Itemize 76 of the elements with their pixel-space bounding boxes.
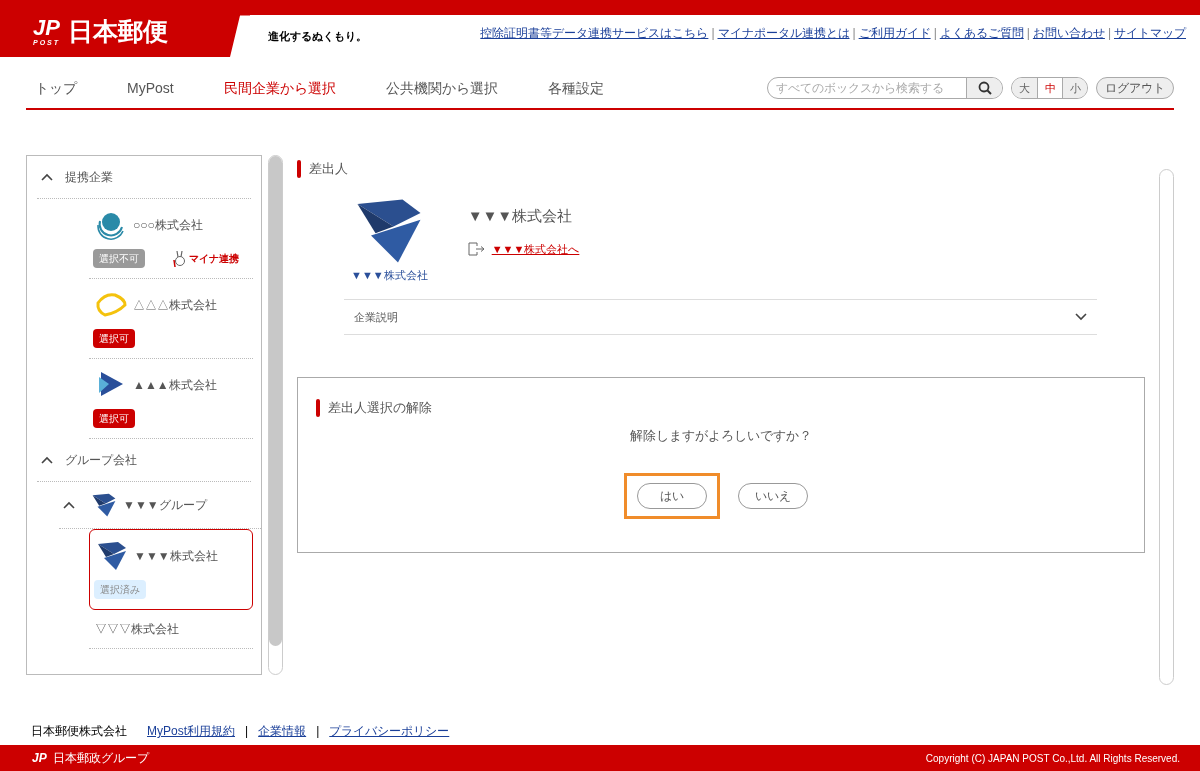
section-title: 提携企業 — [65, 169, 113, 186]
company-name: ▲▲▲株式会社 — [133, 377, 217, 394]
section-title: 差出人 — [309, 160, 348, 178]
company-item[interactable]: ○○○株式会社 選択不可 マイナ連携 — [89, 199, 253, 279]
company-name: △△△株式会社 — [133, 297, 217, 314]
header-link[interactable]: お問い合わせ — [1032, 24, 1105, 42]
company-item[interactable]: ▽▽▽株式会社 — [89, 610, 253, 649]
chevron-up-icon — [41, 173, 53, 181]
nav-tab[interactable]: 公共機関から選択 — [385, 77, 498, 99]
rabbit-icon — [173, 249, 187, 268]
company-name: ○○○株式会社 — [133, 217, 203, 234]
status-badge: 選択済み — [94, 580, 146, 599]
dialog-message: 解除しますがよろしいですか？ — [630, 426, 812, 445]
nav-tab[interactable]: トップ — [35, 77, 77, 99]
company-link[interactable]: ▼▼▼株式会社へ — [491, 241, 580, 258]
company-item[interactable]: ▼▼▼株式会社 選択済み — [89, 529, 253, 610]
mynaportal-tag: マイナ連携 — [189, 251, 239, 266]
tagline: 進化するぬくもり。 — [268, 29, 367, 44]
description-accordion[interactable]: 企業説明 — [344, 299, 1097, 335]
scrollbar-thumb[interactable] — [269, 156, 282, 646]
nav-tab[interactable]: MyPost — [127, 77, 174, 99]
logo-mark: JP — [33, 17, 60, 39]
footer-link[interactable]: プライバシーポリシー — [329, 722, 450, 740]
section-marker — [297, 159, 301, 178]
status-badge: 選択可 — [93, 329, 135, 348]
section-header[interactable]: 提携企業 — [37, 156, 251, 199]
company-name: ▽▽▽株式会社 — [95, 621, 179, 638]
company-item[interactable]: ▲▲▲株式会社 選択可 — [89, 359, 253, 439]
copyright: Copyright (C) JAPAN POST Co.,Ltd. All Rights Reserved. — [925, 751, 1180, 766]
logo-caption: ▼▼▼株式会社 — [351, 267, 428, 283]
footer-link[interactable]: 企業情報 — [258, 722, 307, 740]
separator: | — [711, 25, 715, 42]
header-link[interactable]: よくあるご質問 — [939, 24, 1024, 42]
group-name: ▼▼▼グループ — [123, 497, 207, 514]
font-size-button[interactable]: 大 — [1012, 78, 1037, 98]
scrollbar[interactable] — [268, 155, 283, 675]
nav-tab[interactable]: 民間企業から選択 — [223, 77, 336, 99]
company-item[interactable]: △△△株式会社 選択可 — [89, 279, 253, 359]
nav-tab[interactable]: 各種設定 — [547, 77, 604, 99]
group-name: 日本郵政グループ — [52, 750, 149, 767]
dialog-button[interactable]: いいえ — [738, 483, 808, 509]
separator: | — [316, 723, 320, 740]
separator: | — [245, 723, 249, 740]
separator: | — [852, 25, 856, 42]
company-name: ▼▼▼株式会社 — [467, 205, 574, 226]
logout-button[interactable]: ログアウト — [1096, 77, 1174, 99]
header-link[interactable]: ご利用ガイド — [858, 24, 931, 42]
prism-logo-icon — [96, 540, 128, 572]
external-link-icon — [467, 242, 486, 257]
logo-text: 日本郵便 — [68, 15, 169, 47]
header-link[interactable]: 控除証明書等データ連携サービスはこちら — [480, 24, 709, 42]
separator: | — [1026, 25, 1030, 42]
dialog-title: 差出人選択の解除 — [328, 399, 432, 417]
section-title: グループ会社 — [65, 452, 137, 469]
prism-logo-icon — [91, 492, 117, 518]
chevron-down-icon — [1075, 313, 1087, 321]
header-link[interactable]: マイナポータル連携とは — [717, 24, 850, 42]
company-name: ▼▼▼株式会社 — [134, 548, 218, 565]
chevron-up-icon — [41, 456, 53, 464]
section-header[interactable]: グループ会社 — [37, 439, 251, 482]
status-badge: 選択不可 — [93, 249, 145, 268]
group-logo-mark: JP — [32, 750, 47, 767]
group-item[interactable]: ▼▼▼グループ — [59, 482, 261, 529]
separator: | — [1107, 25, 1111, 42]
footer-link[interactable]: MyPost利用規約 — [147, 722, 235, 740]
font-size-button[interactable]: 小 — [1062, 78, 1087, 98]
section-marker — [316, 398, 320, 417]
search-icon — [977, 81, 992, 95]
status-badge: 選択可 — [93, 409, 135, 428]
footer-company: 日本郵便株式会社 — [31, 723, 127, 740]
scrollbar[interactable] — [1159, 169, 1174, 685]
separator: | — [933, 25, 937, 42]
chevron-up-icon — [63, 501, 75, 509]
dialog-button[interactable]: はい — [637, 483, 707, 509]
header-link[interactable]: サイトマップ — [1114, 24, 1186, 42]
search-button[interactable] — [966, 78, 1002, 98]
